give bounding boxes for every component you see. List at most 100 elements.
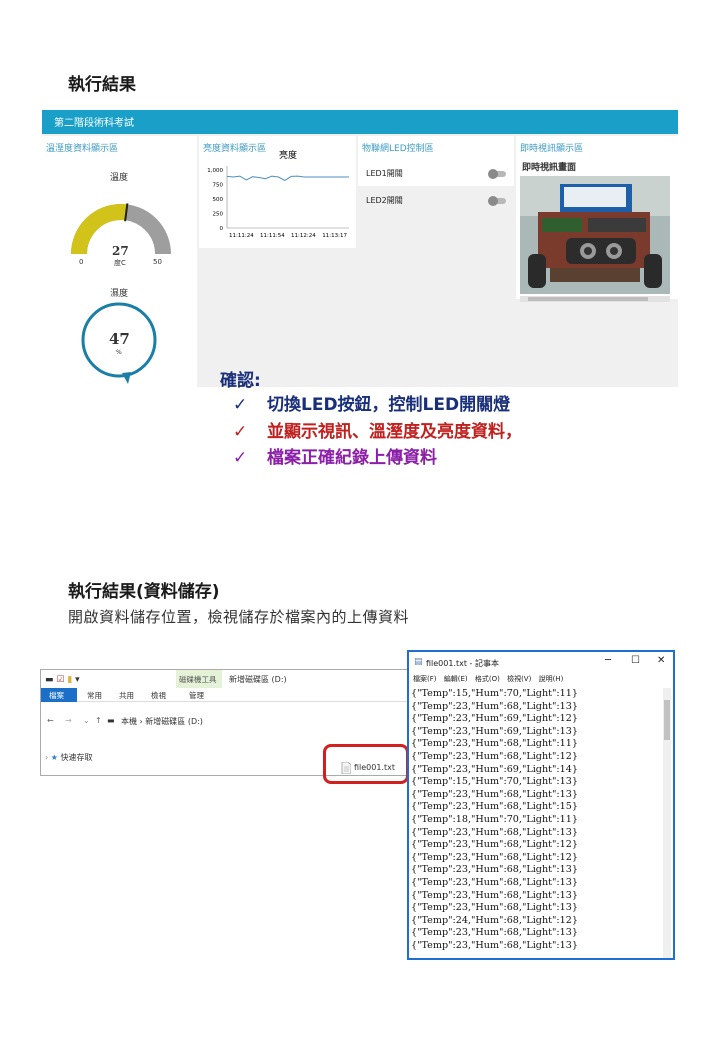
notepad-line: {"Temp":15,"Hum":70,"Light":13} [411,776,578,788]
address-bar[interactable]: ← → ⌄ ↑ ▬ 本機 › 新增磁碟區 (D:) [41,714,407,732]
led-panel-title: 物聯網LED控制區 [362,144,434,154]
chart-title: 亮度 [279,149,297,161]
menu-edit[interactable]: 編輯(E) [444,675,468,683]
notepad-line: {"Temp":23,"Hum":68,"Light":13} [411,927,578,939]
section-heading-storage: 執行結果(資料儲存) [68,582,220,602]
nav-quick-access[interactable]: › ★ 快速存取 [45,752,92,763]
menu-file[interactable]: 檔案(F) [413,675,437,683]
light-chart: 亮度 0 250 500 750 1,000 11:11:24 11:11:54 11:12:2… [207,149,349,239]
video-panel-title: 即時視訊顯示區 [520,144,584,154]
x-tick-label: 11:11:24 [229,233,254,239]
notepad-line: {"Temp":23,"Hum":68,"Light":12} [411,750,578,762]
tab-home[interactable]: 常用 [87,690,102,701]
notepad-line: {"Temp":18,"Hum":70,"Light":11} [411,813,578,825]
explorer-window-title: 新增磁碟區 (D:) [229,675,287,684]
temp-gauge-label: 溫度 [110,173,129,183]
notepad-icon: ▤ [414,657,423,667]
notepad-line: {"Temp":23,"Hum":68,"Light":13} [411,788,578,800]
check-icon: ✓ [233,448,248,468]
temp-min: 0 [79,258,84,266]
checkmark-icon: ☑ [56,675,65,685]
confirm-item-text: 並顯示視訊、溫溼度及亮度資料， [267,422,522,442]
light-series-line [226,175,349,181]
y-tick-label: 1,000 [207,168,223,174]
up-arrow-icon[interactable]: ↑ [95,716,102,725]
confirm-item-3: ✓ 檔案正確紀錄上傳資料 [233,443,437,468]
notepad-line: {"Temp":23,"Hum":68,"Light":13} [411,939,578,951]
dashboard-title-bar: 第二階段術科考試 [42,110,678,134]
video-scrollbar[interactable] [520,296,670,302]
x-tick-label: 11:12:24 [291,233,316,239]
tab-file[interactable]: 檔案 [41,688,77,702]
notepad-window: ▤ file001.txt - 記事本 ─ ☐ ✕ 檔案(F) 編輯(E) 格式… [407,650,675,960]
confirm-item-text: 檔案正確紀錄上傳資料 [267,448,437,468]
quick-access-label: 快速存取 [60,753,93,762]
maximize-icon[interactable]: ☐ [631,655,640,666]
ribbon-tabs: 檔案 常用 共用 檢視 管理 [41,688,407,702]
light-panel: 亮度資料顯示區 亮度 0 250 500 750 1,000 11:11:24 11:11:5… [199,136,356,248]
expand-chevron-icon[interactable]: › [45,753,48,762]
notepad-line: {"Temp":23,"Hum":68,"Light":13} [411,864,578,876]
notepad-title: file001.txt - 記事本 [426,659,499,668]
notepad-line: {"Temp":23,"Hum":69,"Light":12} [411,713,578,725]
section-heading-result: 執行結果 [68,75,136,95]
notepad-text-area[interactable]: {"Temp":15,"Hum":70,"Light":11} {"Temp":2… [411,688,663,952]
star-icon: ★ [50,753,58,762]
check-icon: ✓ [233,395,248,415]
notepad-line: {"Temp":23,"Hum":68,"Light":13} [411,700,578,712]
back-arrow-icon[interactable]: ← [47,716,54,725]
drive-tools-tab[interactable]: 磁碟機工具 [176,670,222,688]
notepad-line: {"Temp":23,"Hum":68,"Light":11} [411,738,578,750]
led1-label: LED1開關 [366,169,403,178]
tab-manage[interactable]: 管理 [189,690,204,701]
y-tick-label: 750 [213,183,224,189]
video-frame-image [520,176,670,294]
confirm-item-2: ✓ 並顯示視訊、溫溼度及亮度資料， [233,417,522,442]
notepad-line: {"Temp":23,"Hum":68,"Light":13} [411,876,578,888]
explorer-quick-toolbar[interactable]: ▬ ☑ ▮ ▾ [45,675,80,685]
humidity-unit: % [116,349,122,356]
recent-dropdown-icon[interactable]: ⌄ [83,716,90,725]
close-icon[interactable]: ✕ [657,655,665,666]
forward-arrow-icon[interactable]: → [65,716,72,725]
check-icon: ✓ [233,422,248,442]
humidity-gauge-pointer [122,372,131,384]
tab-view[interactable]: 檢視 [151,690,166,701]
notepad-line: {"Temp":23,"Hum":68,"Light":13} [411,902,578,914]
menu-format[interactable]: 格式(O) [475,675,500,683]
y-tick-label: 500 [213,197,224,203]
notepad-scrollbar-thumb[interactable] [664,700,670,740]
temp-unit: 度C [114,259,126,267]
x-tick-label: 11:11:54 [260,233,285,239]
menu-help[interactable]: 說明(H) [539,675,564,683]
notepad-line: {"Temp":23,"Hum":68,"Light":12} [411,851,578,863]
notepad-scrollbar[interactable] [663,688,671,958]
menu-view[interactable]: 檢視(V) [507,675,531,683]
video-scrollbar-thumb[interactable] [528,297,648,301]
led1-toggle[interactable] [488,169,506,179]
section-description: 開啟資料儲存位置，檢視儲存於檔案內的上傳資料 [68,608,410,626]
notepad-line: {"Temp":23,"Hum":69,"Light":14} [411,763,578,775]
file-list [340,741,342,743]
humidity-value: 47 [109,330,130,348]
minimize-icon[interactable]: ─ [605,655,611,666]
notepad-line: {"Temp":23,"Hum":68,"Light":12} [411,839,578,851]
x-tick-label: 11:13:17 [322,233,347,239]
y-tick-label: 0 [220,226,224,232]
temp-humidity-panel: 溫溼度資料顯示區 溫度 27 0 度C 50 濕度 47 % [42,136,197,387]
notepad-title-bar: ▤ file001.txt - 記事本 ─ ☐ ✕ [409,652,673,674]
folder-icon: ▮ [67,675,73,685]
led2-toggle[interactable] [488,196,506,206]
temp-max: 50 [153,258,162,266]
dropdown-icon[interactable]: ▾ [75,675,80,685]
notepad-line: {"Temp":23,"Hum":68,"Light":13} [411,889,578,901]
notepad-line: {"Temp":23,"Hum":68,"Light":15} [411,801,578,813]
y-tick-label: 250 [213,212,224,218]
temp-value: 27 [112,244,129,258]
confirm-item-text: 切換LED按鈕，控制LED開關燈 [267,395,511,415]
computer-icon: ▬ [107,716,115,725]
notepad-line: {"Temp":23,"Hum":68,"Light":13} [411,826,578,838]
dashboard: 第二階段術科考試 溫溼度資料顯示區 溫度 27 0 度C 50 濕度 47 % … [42,110,678,387]
tab-share[interactable]: 共用 [119,690,134,701]
temp-panel-title: 溫溼度資料顯示區 [46,144,119,154]
